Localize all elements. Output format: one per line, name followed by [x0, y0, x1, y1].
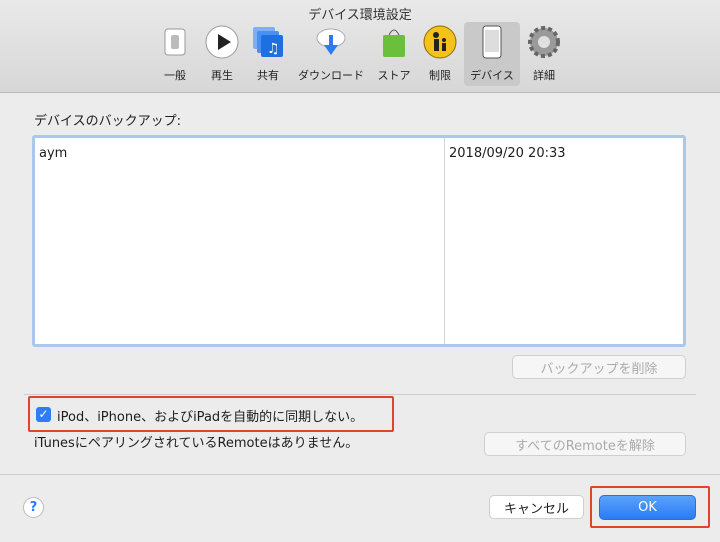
shopping-bag-icon — [377, 25, 411, 59]
play-icon — [205, 25, 239, 59]
footer-divider — [0, 474, 720, 475]
svg-text:♫: ♫ — [267, 41, 280, 57]
window-title: デバイス環境設定 — [308, 8, 412, 23]
music-share-icon: ♫ — [251, 25, 285, 59]
delete-backup-button[interactable]: バックアップを削除 — [512, 355, 686, 379]
backup-device-name[interactable]: aym — [39, 146, 67, 161]
ok-button[interactable]: OK — [599, 495, 696, 520]
sync-checkbox-label: iPod、iPhone、およびiPadを自動的に同期しない。 — [57, 410, 364, 425]
iphone-icon — [475, 25, 509, 59]
tab-download[interactable]: ダウンロード — [298, 22, 364, 86]
tab-restrictions[interactable]: 制限 — [412, 22, 468, 86]
parental-control-icon — [423, 25, 457, 59]
help-button[interactable]: ? — [23, 497, 44, 518]
divider — [24, 394, 696, 395]
preferences-toolbar: デバイス環境設定 一般 再生 ♫ 共有 ダウンロード ストア 制限 デバイス 詳… — [0, 0, 720, 93]
unpair-remotes-button[interactable]: すべてのRemoteを解除 — [484, 432, 686, 456]
tab-advanced[interactable]: 詳細 — [516, 22, 572, 86]
cloud-download-icon — [314, 25, 348, 59]
backup-date[interactable]: 2018/09/20 20:33 — [449, 146, 566, 161]
sync-checkbox[interactable]: ✓ — [36, 407, 51, 422]
tab-sharing[interactable]: ♫ 共有 — [240, 22, 296, 86]
cancel-button[interactable]: キャンセル — [489, 495, 584, 519]
backups-label: デバイスのバックアップ: — [34, 114, 181, 129]
gear-icon — [527, 25, 561, 59]
column-divider — [444, 138, 445, 344]
tab-devices[interactable]: デバイス — [464, 22, 520, 86]
backup-table[interactable]: aym 2018/09/20 20:33 — [32, 135, 686, 347]
remote-status: iTunesにペアリングされているRemoteはありません。 — [34, 436, 359, 451]
switch-icon — [158, 25, 192, 59]
